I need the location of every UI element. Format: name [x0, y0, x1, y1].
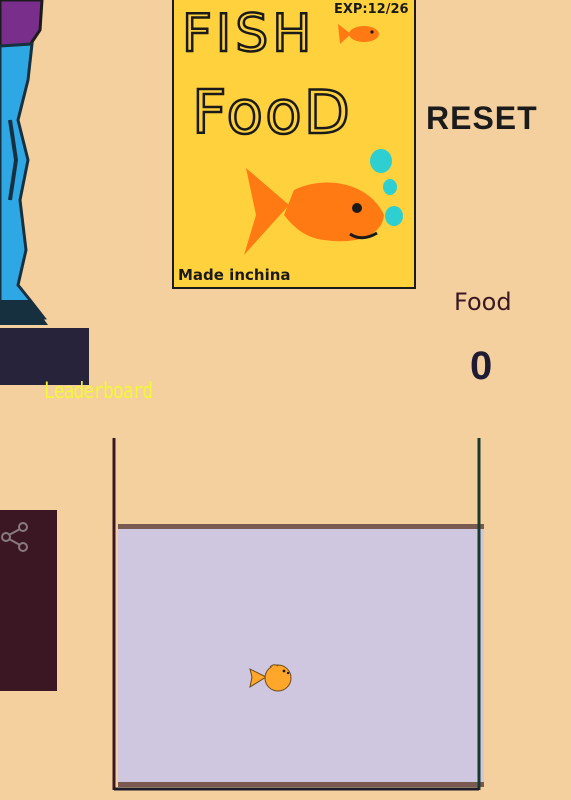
big-fish-icon — [244, 168, 384, 255]
bubble-icon — [370, 149, 392, 173]
share-icon[interactable] — [0, 521, 30, 553]
character-figure — [0, 0, 48, 325]
bubble-icon — [385, 206, 403, 226]
leaderboard-link[interactable]: Leaderboard — [44, 378, 153, 404]
small-fish-icon — [338, 24, 379, 44]
made-in-label: Made inchina — [178, 266, 291, 284]
bubble-icon — [383, 179, 397, 195]
food-count: 0 — [470, 344, 493, 388]
fish-food-box[interactable]: FISH FooD EXP:12/26 Made inchina — [172, 0, 416, 289]
figure-pedestal — [0, 328, 89, 385]
reset-button[interactable]: RESET — [426, 100, 538, 137]
box-title-line-1: FISH — [181, 3, 316, 66]
fish-tank — [112, 438, 481, 791]
goldfish-icon[interactable] — [248, 661, 294, 693]
expiry-date: EXP:12/26 — [334, 2, 409, 17]
food-label: Food — [454, 288, 512, 316]
box-title-line-2: FooD — [191, 77, 352, 150]
